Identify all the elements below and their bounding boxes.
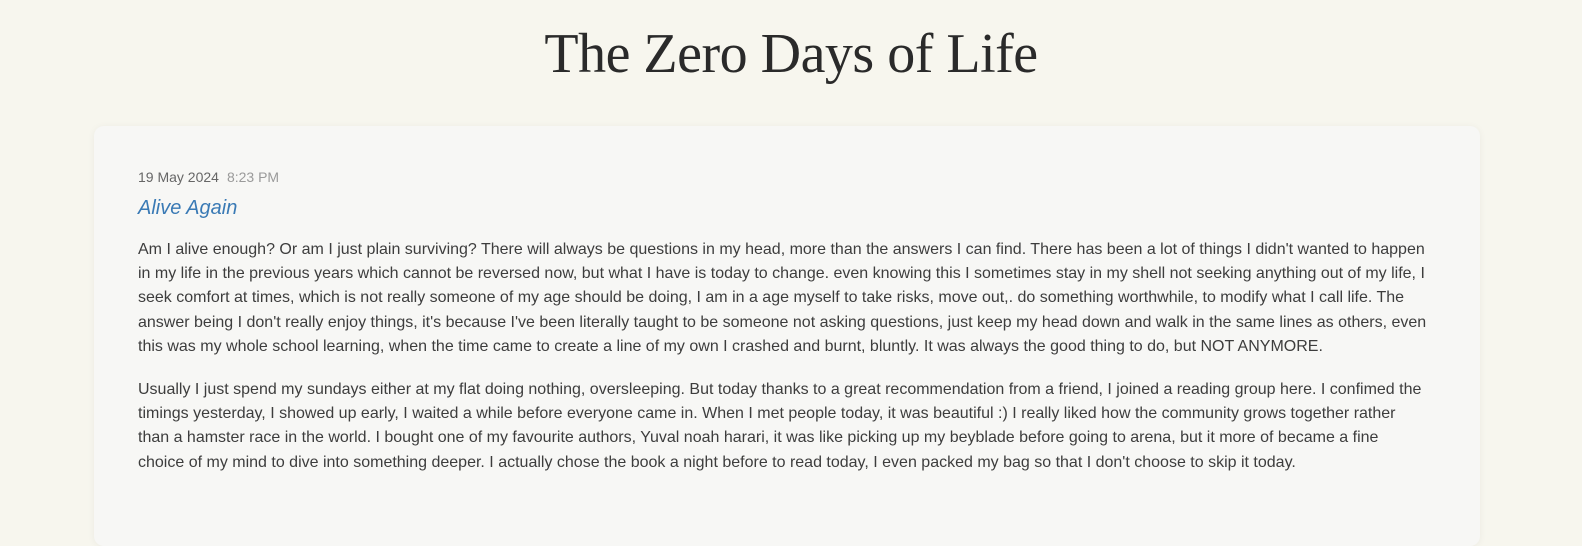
entry-meta: 19 May 2024 8:23 PM — [138, 168, 279, 186]
site-title: The Zero Days of Life — [544, 23, 1038, 85]
entry-time: 8:23 PM — [226, 169, 280, 185]
entry-title: Alive Again — [138, 197, 238, 219]
entry-paragraph-1: Am I alive enough? Or am I just plain su… — [138, 241, 1427, 355]
journal-entry-card: 19 May 2024 8:23 PM Alive Again Am I aliv… — [94, 126, 1480, 546]
entry-paragraph-2: Usually I just spend my sundays either a… — [138, 381, 1422, 471]
entry-body: Am I alive enough? Or am I just plain su… — [138, 238, 1428, 494]
entry-date: 19 May 2024 — [138, 169, 219, 185]
